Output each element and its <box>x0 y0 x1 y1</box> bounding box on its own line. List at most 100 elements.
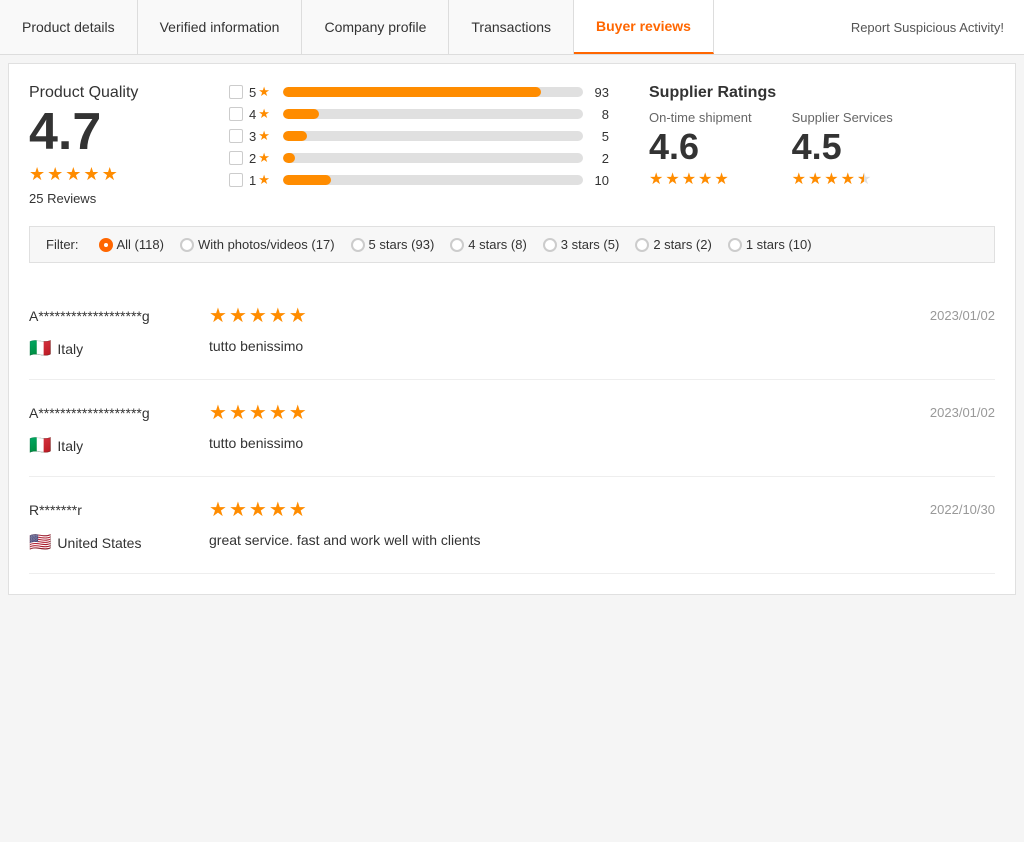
reviewer-info-1: A*******************g ★★★★★ <box>29 400 307 425</box>
review-country-1: 🇮🇹 Italy <box>29 435 189 456</box>
filter-bar: Filter: All (118)With photos/videos (17)… <box>29 226 995 263</box>
report-button[interactable]: Report Suspicious Activity! <box>831 0 1024 54</box>
radio-photos[interactable] <box>180 238 194 252</box>
reviewer-name-1: A*******************g <box>29 405 189 421</box>
bar-fill-1 <box>283 175 331 185</box>
radio-5stars[interactable] <box>351 238 365 252</box>
filter-label-4stars: 4 stars (8) <box>468 237 527 252</box>
filter-option-2stars[interactable]: 2 stars (2) <box>635 237 712 252</box>
bar-row-4[interactable]: 4 ★ 8 <box>229 106 609 122</box>
filter-option-photos[interactable]: With photos/videos (17) <box>180 237 335 252</box>
review-star-2-2: ★ <box>249 497 267 522</box>
supplier-ontime-score: 4.6 <box>649 129 752 165</box>
bar-checkbox-2[interactable] <box>229 151 243 165</box>
bar-row-1[interactable]: 1 ★ 10 <box>229 172 609 188</box>
bar-count-5: 93 <box>589 85 609 100</box>
bar-count-1: 10 <box>589 173 609 188</box>
filter-label-5stars: 5 stars (93) <box>369 237 435 252</box>
review-star-2-4: ★ <box>289 497 307 522</box>
bar-star-label-3: 3 ★ <box>249 128 277 144</box>
review-text-2: great service. fast and work well with c… <box>209 532 481 553</box>
radio-1stars[interactable] <box>728 238 742 252</box>
supplier-ontime-label: On-time shipment <box>649 110 752 125</box>
filter-option-3stars[interactable]: 3 stars (5) <box>543 237 620 252</box>
product-quality: Product Quality 4.7 ★ ★ ★ ★ ★ 25 Reviews <box>29 84 189 206</box>
review-star-2-1: ★ <box>229 497 247 522</box>
review-star-0-0: ★ <box>209 303 227 328</box>
filter-option-5stars[interactable]: 5 stars (93) <box>351 237 435 252</box>
ontime-star-3: ★ <box>682 169 696 189</box>
filter-option-4stars[interactable]: 4 stars (8) <box>450 237 527 252</box>
country-name-1: Italy <box>57 438 83 454</box>
radio-all[interactable] <box>99 238 113 252</box>
review-item-0: A*******************g ★★★★★ 2023/01/02 🇮… <box>29 283 995 380</box>
product-quality-title: Product Quality <box>29 84 189 102</box>
filter-option-all[interactable]: All (118) <box>99 237 164 252</box>
services-star-3: ★ <box>824 169 838 189</box>
review-stars-2: ★★★★★ <box>209 497 307 522</box>
tab-verified-information[interactable]: Verified information <box>138 0 303 54</box>
bar-track-4 <box>283 109 583 119</box>
review-star-1-0: ★ <box>209 400 227 425</box>
review-text-0: tutto benissimo <box>209 338 303 359</box>
radio-2stars[interactable] <box>635 238 649 252</box>
ontime-star-5: ★ <box>714 169 728 189</box>
flag-1: 🇮🇹 <box>29 435 51 456</box>
review-item-1: A*******************g ★★★★★ 2023/01/02 🇮… <box>29 380 995 477</box>
bar-star-label-1: 1 ★ <box>249 172 277 188</box>
bar-count-2: 2 <box>589 151 609 166</box>
filter-option-1stars[interactable]: 1 stars (10) <box>728 237 812 252</box>
flag-0: 🇮🇹 <box>29 338 51 359</box>
ontime-star-1: ★ <box>649 169 663 189</box>
review-stars-0: ★★★★★ <box>209 303 307 328</box>
bar-checkbox-1[interactable] <box>229 173 243 187</box>
tab-product-details[interactable]: Product details <box>0 0 138 54</box>
review-date-0: 2023/01/02 <box>930 308 995 323</box>
bar-count-3: 5 <box>589 129 609 144</box>
tab-transactions[interactable]: Transactions <box>449 0 574 54</box>
filter-label-2stars: 2 stars (2) <box>653 237 712 252</box>
star-3: ★ <box>65 164 81 185</box>
bar-fill-5 <box>283 87 541 97</box>
product-quality-score: 4.7 <box>29 106 189 158</box>
services-star-1: ★ <box>792 169 806 189</box>
country-name-0: Italy <box>57 341 83 357</box>
reviewer-info-0: A*******************g ★★★★★ <box>29 303 307 328</box>
bar-checkbox-3[interactable] <box>229 129 243 143</box>
bar-row-3[interactable]: 3 ★ 5 <box>229 128 609 144</box>
review-star-2-0: ★ <box>209 497 227 522</box>
bar-star-icon-4: ★ <box>258 106 270 122</box>
review-header-0: A*******************g ★★★★★ 2023/01/02 <box>29 303 995 328</box>
filter-label-photos: With photos/videos (17) <box>198 237 335 252</box>
filter-label-3stars: 3 stars (5) <box>561 237 620 252</box>
reviewer-name-2: R*******r <box>29 502 189 518</box>
bar-track-1 <box>283 175 583 185</box>
supplier-services: Supplier Services 4.5 ★ ★ ★ ★ ★★ <box>792 110 893 189</box>
supplier-ratings-title: Supplier Ratings <box>649 84 949 102</box>
bar-checkbox-5[interactable] <box>229 85 243 99</box>
tab-buyer-reviews[interactable]: Buyer reviews <box>574 0 714 54</box>
reviews-list: A*******************g ★★★★★ 2023/01/02 🇮… <box>29 283 995 574</box>
ontime-star-4: ★ <box>698 169 712 189</box>
star-1: ★ <box>29 164 45 185</box>
tab-company-profile[interactable]: Company profile <box>302 0 449 54</box>
review-star-0-2: ★ <box>249 303 267 328</box>
supplier-cols: On-time shipment 4.6 ★ ★ ★ ★ ★ Supplier … <box>649 110 949 189</box>
radio-4stars[interactable] <box>450 238 464 252</box>
bar-checkbox-4[interactable] <box>229 107 243 121</box>
radio-3stars[interactable] <box>543 238 557 252</box>
bar-fill-4 <box>283 109 319 119</box>
bar-row-2[interactable]: 2 ★ 2 <box>229 150 609 166</box>
bar-count-4: 8 <box>589 107 609 122</box>
tabs-bar: Product details Verified information Com… <box>0 0 1024 55</box>
services-star-5-half: ★★ <box>857 169 871 189</box>
review-star-0-3: ★ <box>269 303 287 328</box>
review-country-2: 🇺🇸 United States <box>29 532 189 553</box>
bar-row-5[interactable]: 5 ★ 93 <box>229 84 609 100</box>
star-5: ★ <box>102 164 118 185</box>
review-star-1-1: ★ <box>229 400 247 425</box>
bar-star-label-4: 4 ★ <box>249 106 277 122</box>
main-content: Product Quality 4.7 ★ ★ ★ ★ ★ 25 Reviews… <box>8 63 1016 595</box>
bar-track-2 <box>283 153 583 163</box>
country-name-2: United States <box>57 535 141 551</box>
